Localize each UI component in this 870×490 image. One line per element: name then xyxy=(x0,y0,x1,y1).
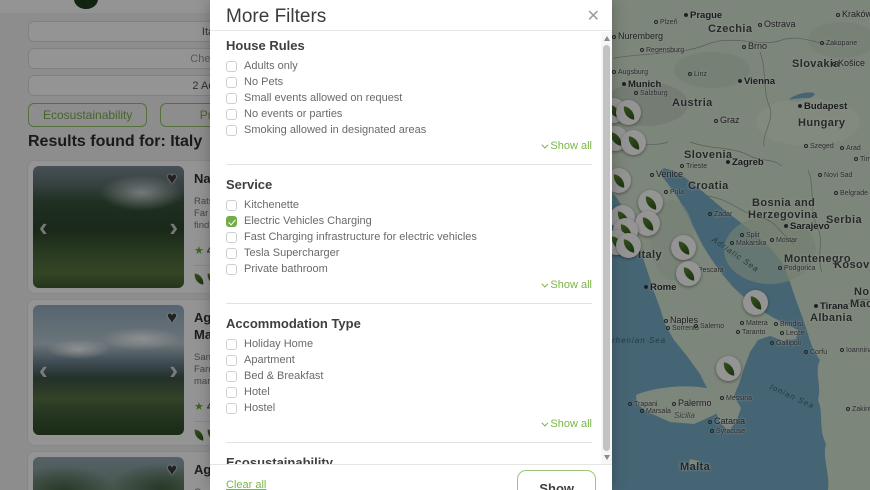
section-divider xyxy=(226,442,592,443)
filter-option-label[interactable]: Adults only xyxy=(244,60,298,72)
filter-option-row[interactable]: Hostel xyxy=(226,402,592,414)
show-all-link[interactable]: Show all xyxy=(226,279,592,291)
modal-sections: House Rules Adults only No Pets Small event… xyxy=(210,32,600,464)
filter-option-label[interactable]: Kitchenette xyxy=(244,199,299,211)
more-filters-modal: More Filters ✕ House Rules Adults only No … xyxy=(210,0,612,490)
checkbox[interactable] xyxy=(226,108,237,120)
section-divider xyxy=(226,303,592,304)
filter-option-label[interactable]: Bed & Breakfast xyxy=(244,370,324,382)
filter-option-label[interactable]: Hostel xyxy=(244,402,275,414)
checkbox[interactable] xyxy=(226,370,237,382)
filter-option-row[interactable]: Hotel xyxy=(226,386,592,398)
filter-section-title: Accommodation Type xyxy=(226,316,361,331)
checkbox[interactable] xyxy=(226,60,237,72)
filter-option-row[interactable]: Adults only xyxy=(226,60,592,72)
filter-option-row[interactable]: Apartment xyxy=(226,354,592,366)
checkbox[interactable] xyxy=(226,386,237,398)
filter-option-label[interactable]: No Pets xyxy=(244,76,283,88)
filter-option-label[interactable]: Private bathroom xyxy=(244,263,328,275)
show-button[interactable]: Show xyxy=(517,470,596,490)
filter-option-row[interactable]: Smoking allowed in designated areas xyxy=(226,124,592,136)
close-icon[interactable]: ✕ xyxy=(587,6,600,26)
modal-footer: Clear all Show xyxy=(210,464,612,490)
filter-option-label[interactable]: Holiday Home xyxy=(244,338,313,350)
modal-title: More Filters xyxy=(226,6,327,27)
chevron-down-icon xyxy=(541,280,549,288)
filter-option-row[interactable]: Electric Vehicles Charging xyxy=(226,215,592,227)
clear-all-link[interactable]: Clear all xyxy=(226,479,266,490)
checkbox[interactable] xyxy=(226,402,237,414)
filter-option-label[interactable]: Smoking allowed in designated areas xyxy=(244,124,426,136)
show-all-link[interactable]: Show all xyxy=(226,140,592,152)
filter-option-label[interactable]: Tesla Supercharger xyxy=(244,247,339,259)
filter-section: Accommodation Type Holiday Home Apartment B… xyxy=(226,316,592,430)
modal-scrollbar[interactable] xyxy=(601,32,612,464)
chevron-down-icon xyxy=(541,141,549,149)
filter-section: House Rules Adults only No Pets Small event… xyxy=(226,38,592,152)
show-all-label: Show all xyxy=(550,418,592,430)
checkbox[interactable] xyxy=(226,263,237,275)
filter-option-row[interactable]: No Pets xyxy=(226,76,592,88)
checkbox[interactable] xyxy=(226,338,237,350)
filter-option-row[interactable]: Tesla Supercharger xyxy=(226,247,592,259)
filter-option-label[interactable]: Electric Vehicles Charging xyxy=(244,215,372,227)
checkbox[interactable] xyxy=(226,76,237,88)
checkbox[interactable] xyxy=(226,199,237,211)
filter-option-label[interactable]: No events or parties xyxy=(244,108,342,120)
checkbox[interactable] xyxy=(226,124,237,136)
scroll-down-icon[interactable] xyxy=(603,455,610,460)
filter-section: Service Kitchenette Electric Vehicles Char… xyxy=(226,177,592,291)
show-all-label: Show all xyxy=(550,140,592,152)
filter-option-label[interactable]: Small events allowed on request xyxy=(244,92,402,104)
filter-option-row[interactable]: Small events allowed on request xyxy=(226,92,592,104)
filter-option-label[interactable]: Fast Charging infrastructure for electri… xyxy=(244,231,477,243)
filter-section: EcosustainabilityBicycle Rental ServiceG… xyxy=(226,455,592,464)
filter-section-title: Ecosustainability xyxy=(226,455,333,464)
checkbox[interactable] xyxy=(226,92,237,104)
filter-option-row[interactable]: Fast Charging infrastructure for electri… xyxy=(226,231,592,243)
section-divider xyxy=(226,164,592,165)
filter-section-title: Service xyxy=(226,177,273,192)
filter-option-label[interactable]: Apartment xyxy=(244,354,295,366)
page: Ecosustainability Price Results found fo… xyxy=(0,0,870,490)
filter-option-row[interactable]: Bed & Breakfast xyxy=(226,370,592,382)
filter-option-row[interactable]: No events or parties xyxy=(226,108,592,120)
modal-header: More Filters ✕ xyxy=(210,0,612,31)
filter-section-title: House Rules xyxy=(226,38,305,53)
filter-option-row[interactable]: Kitchenette xyxy=(226,199,592,211)
scrollbar-thumb[interactable] xyxy=(603,45,610,451)
checkbox-checked[interactable] xyxy=(226,215,237,227)
checkbox[interactable] xyxy=(226,247,237,259)
chevron-down-icon xyxy=(541,419,549,427)
checkbox[interactable] xyxy=(226,354,237,366)
filter-option-row[interactable]: Private bathroom xyxy=(226,263,592,275)
filter-option-label[interactable]: Hotel xyxy=(244,386,270,398)
show-all-link[interactable]: Show all xyxy=(226,418,592,430)
checkbox[interactable] xyxy=(226,231,237,243)
filter-option-row[interactable]: Holiday Home xyxy=(226,338,592,350)
scroll-up-icon[interactable] xyxy=(603,36,610,41)
show-all-label: Show all xyxy=(550,279,592,291)
